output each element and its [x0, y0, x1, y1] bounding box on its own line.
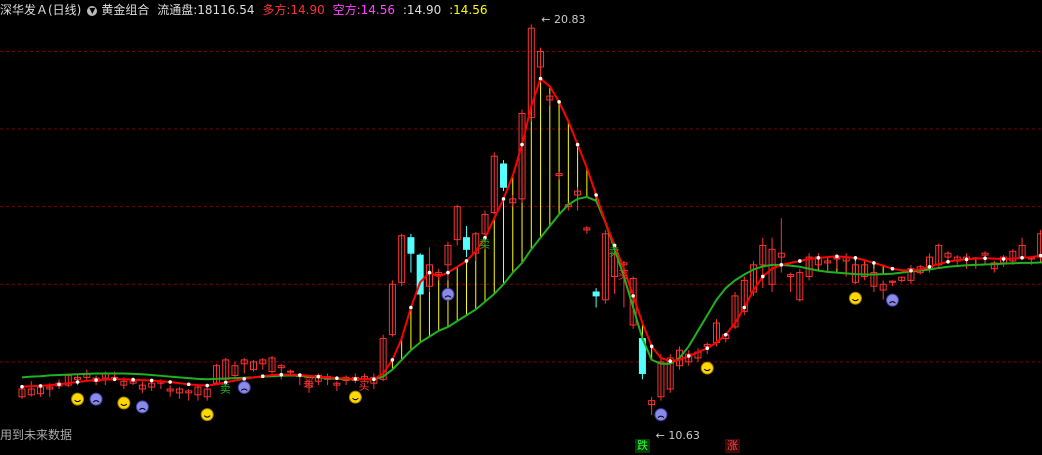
long-line-dot: [260, 374, 265, 379]
long-line-dot: [890, 266, 895, 271]
value-2: :14.56: [449, 3, 488, 17]
sell-signal-label: 卖: [220, 382, 231, 395]
sad-face-icon: [135, 400, 149, 414]
long-line-dot: [501, 197, 506, 201]
short-line: [21, 195, 1042, 381]
long-line-dot: [983, 256, 987, 261]
candle-body: [592, 291, 600, 297]
long-line-dot: [409, 305, 413, 310]
long-line-dot: [798, 259, 802, 263]
candle-body: [287, 370, 295, 373]
stock-title: 深华发Ａ(日线): [0, 3, 82, 17]
candle-body: [462, 237, 470, 250]
long-line-dot: [20, 384, 24, 389]
long-line-dot: [853, 256, 858, 260]
long-line-dot: [1020, 256, 1024, 260]
settings-icon[interactable]: ▼: [87, 5, 98, 16]
long-line-dot: [131, 377, 135, 382]
float-value: 18116.54: [197, 3, 255, 17]
long-line-dot: [279, 372, 284, 377]
long-line-dot: [390, 358, 395, 362]
chart-header: 深华发Ａ(日线) ▼ 黄金组合 流通盘:18116.54 多方:14.90 空方:1…: [0, 0, 1042, 20]
happy-face-icon: [700, 361, 714, 375]
long-line-dot: [742, 305, 747, 310]
sad-face-icon: [237, 380, 251, 394]
happy-face-icon: [200, 408, 214, 422]
long-line-dot: [557, 100, 561, 104]
long-line-dot: [168, 380, 172, 384]
long-line-dot: [520, 142, 524, 147]
candle-body: [1037, 233, 1042, 258]
short-label: 空方:: [332, 3, 361, 17]
happy-face-icon: [848, 291, 862, 305]
long-line-dot: [75, 380, 80, 384]
long-line-dot: [964, 257, 969, 262]
candlestick-chart[interactable]: 买买买卖卖卖← 20.83← 10.63: [0, 0, 1042, 455]
long-line-dot: [927, 264, 932, 269]
long-line-dot: [242, 377, 247, 381]
sell-signal-label: 卖: [479, 238, 490, 251]
sad-face-icon: [885, 293, 899, 307]
long-line-dot: [112, 377, 117, 382]
future-data-note: 用到未来数据: [0, 428, 73, 442]
long-line-dot: [835, 254, 839, 259]
long-line-dot: [186, 382, 191, 387]
long-line-dot: [631, 294, 635, 298]
long-line-dot: [372, 377, 376, 382]
candle-body: [407, 237, 415, 254]
long-line-dot: [38, 384, 43, 388]
long-line-dot: [761, 274, 765, 279]
candle-body: [500, 163, 508, 188]
happy-face-icon: [71, 392, 85, 406]
long-value: 14.90: [290, 3, 325, 17]
value-1: :14.90: [402, 3, 442, 17]
long-line-dot: [1001, 257, 1006, 261]
low-price-label: ← 10.63: [656, 429, 700, 442]
long-line-dot: [649, 344, 654, 349]
indicator-name[interactable]: 黄金组合: [101, 3, 149, 17]
long-line-dot: [57, 382, 61, 387]
buy-signal-label: 买: [359, 379, 370, 392]
long-line-dot: [686, 354, 691, 358]
long-line-dot: [575, 142, 580, 147]
long-line: [21, 76, 1042, 388]
long-line-dot: [149, 378, 154, 383]
sad-face-icon: [89, 392, 103, 406]
long-line-dot: [594, 193, 598, 197]
buy-signal-label: 买: [618, 269, 629, 282]
long-line-dot: [427, 270, 432, 275]
long-line-dot: [298, 373, 302, 377]
long-line-dot: [872, 261, 876, 265]
sell-signal-label: 卖: [609, 245, 620, 258]
sad-face-icon: [654, 408, 668, 422]
sad-face-icon: [441, 287, 455, 301]
long-line-dot: [353, 377, 358, 381]
float-label: 流通盘:: [157, 3, 198, 17]
up-badge: 涨: [725, 439, 740, 453]
long-line-dot: [946, 259, 950, 264]
long-line-dot: [779, 263, 784, 267]
long-line-dot: [909, 268, 913, 273]
happy-face-icon: [117, 396, 131, 410]
long-line-dot: [464, 259, 469, 263]
down-badge: 跌: [635, 439, 650, 453]
long-line-dot: [816, 256, 821, 260]
long-line-dot: [705, 346, 710, 351]
long-line-dot: [668, 359, 672, 363]
long-line-dot: [94, 378, 98, 382]
short-value: 14.56: [360, 3, 395, 17]
long-label: 多方:: [262, 3, 291, 17]
long-line-dot: [446, 270, 450, 275]
happy-face-icon: [348, 390, 362, 404]
long-line-dot: [205, 383, 209, 388]
long-line-dot: [316, 374, 321, 379]
long-line-dot: [723, 332, 728, 337]
buy-signal-label: 买: [303, 376, 314, 389]
long-line-dot: [335, 376, 339, 380]
long-line-dot: [538, 76, 543, 81]
